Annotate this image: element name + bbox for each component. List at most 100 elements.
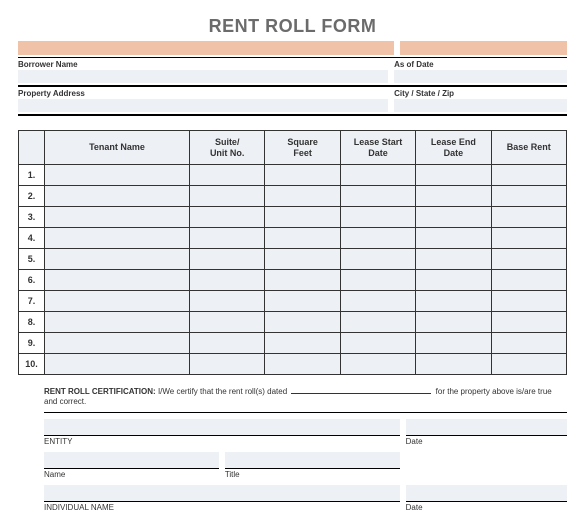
individual-date-field[interactable] — [406, 485, 567, 501]
city-field[interactable] — [394, 99, 567, 112]
table-cell[interactable] — [265, 354, 340, 375]
table-cell[interactable] — [340, 291, 415, 312]
table-row: 4. — [19, 228, 567, 249]
table-cell[interactable] — [416, 249, 491, 270]
table-cell[interactable] — [45, 333, 190, 354]
table-cell[interactable] — [190, 249, 265, 270]
table-cell[interactable] — [45, 186, 190, 207]
table-cell[interactable] — [491, 354, 566, 375]
form-title: RENT ROLL FORM — [18, 16, 567, 37]
table-cell[interactable] — [190, 207, 265, 228]
table-cell[interactable] — [45, 291, 190, 312]
col-rent: Base Rent — [491, 131, 566, 165]
header-bar-split — [394, 41, 400, 55]
borrower-field[interactable] — [18, 70, 388, 83]
table-cell[interactable] — [340, 249, 415, 270]
table-cell[interactable] — [190, 312, 265, 333]
cert-date-blank[interactable] — [291, 385, 431, 394]
table-cell[interactable] — [416, 354, 491, 375]
property-label: Property Address — [18, 89, 388, 98]
table-cell[interactable] — [265, 270, 340, 291]
table-cell[interactable] — [491, 228, 566, 249]
entity-field[interactable] — [44, 419, 400, 435]
row-number: 6. — [19, 270, 45, 291]
signature-row-name: Name Title — [44, 452, 567, 479]
table-cell[interactable] — [416, 165, 491, 186]
certification-block: RENT ROLL CERTIFICATION: I/We certify th… — [44, 385, 567, 512]
table-cell[interactable] — [190, 270, 265, 291]
table-cell[interactable] — [416, 228, 491, 249]
table-cell[interactable] — [340, 333, 415, 354]
table-cell[interactable] — [45, 165, 190, 186]
city-label: City / State / Zip — [394, 89, 567, 98]
table-cell[interactable] — [265, 165, 340, 186]
cert-label: RENT ROLL CERTIFICATION: — [44, 387, 156, 396]
entity-date-label: Date — [406, 435, 567, 446]
table-cell[interactable] — [265, 249, 340, 270]
row-number: 10. — [19, 354, 45, 375]
entity-label: ENTITY — [44, 437, 72, 446]
name-field[interactable] — [44, 452, 219, 468]
table-cell[interactable] — [265, 333, 340, 354]
table-cell[interactable] — [340, 270, 415, 291]
table-cell[interactable] — [340, 312, 415, 333]
table-cell[interactable] — [265, 291, 340, 312]
table-cell[interactable] — [491, 291, 566, 312]
table-cell[interactable] — [416, 186, 491, 207]
signature-row-individual: INDIVIDUAL NAME Date — [44, 485, 567, 512]
col-number — [19, 131, 45, 165]
tenant-table: Tenant Name Suite/ Unit No. Square Feet … — [18, 130, 567, 375]
table-cell[interactable] — [416, 312, 491, 333]
cert-divider — [44, 412, 567, 413]
table-cell[interactable] — [45, 228, 190, 249]
table-cell[interactable] — [491, 270, 566, 291]
table-cell[interactable] — [340, 207, 415, 228]
table-cell[interactable] — [190, 291, 265, 312]
as-of-field[interactable] — [394, 70, 567, 83]
table-cell[interactable] — [265, 186, 340, 207]
title-field[interactable] — [225, 452, 400, 468]
table-cell[interactable] — [190, 228, 265, 249]
table-row: 9. — [19, 333, 567, 354]
table-cell[interactable] — [190, 186, 265, 207]
individual-date-label: Date — [406, 501, 567, 512]
table-cell[interactable] — [340, 354, 415, 375]
table-cell[interactable] — [340, 165, 415, 186]
table-cell[interactable] — [491, 249, 566, 270]
table-cell[interactable] — [416, 333, 491, 354]
table-cell[interactable] — [45, 354, 190, 375]
table-cell[interactable] — [45, 207, 190, 228]
table-cell[interactable] — [340, 228, 415, 249]
table-cell[interactable] — [265, 207, 340, 228]
table-cell[interactable] — [45, 312, 190, 333]
header-bar — [18, 41, 567, 55]
entity-date-field[interactable] — [406, 419, 567, 435]
meta-row-1: Borrower Name As of Date — [18, 60, 567, 83]
table-cell[interactable] — [416, 207, 491, 228]
row-number: 2. — [19, 186, 45, 207]
table-cell[interactable] — [190, 333, 265, 354]
signature-row-entity: ENTITY Date — [44, 419, 567, 446]
table-cell[interactable] — [491, 186, 566, 207]
table-row: 7. — [19, 291, 567, 312]
table-cell[interactable] — [45, 249, 190, 270]
table-cell[interactable] — [340, 186, 415, 207]
table-cell[interactable] — [190, 165, 265, 186]
property-field[interactable] — [18, 99, 388, 112]
individual-field[interactable] — [44, 485, 400, 501]
col-end: Lease End Date — [416, 131, 491, 165]
table-cell[interactable] — [491, 312, 566, 333]
table-cell[interactable] — [265, 312, 340, 333]
row-number: 4. — [19, 228, 45, 249]
individual-label: INDIVIDUAL NAME — [44, 503, 114, 512]
table-cell[interactable] — [416, 291, 491, 312]
table-cell[interactable] — [190, 354, 265, 375]
table-cell[interactable] — [45, 270, 190, 291]
cert-text-a: I/We certify that the rent roll(s) dated — [158, 387, 287, 396]
table-row: 1. — [19, 165, 567, 186]
table-cell[interactable] — [265, 228, 340, 249]
table-cell[interactable] — [491, 333, 566, 354]
table-cell[interactable] — [491, 207, 566, 228]
table-cell[interactable] — [416, 270, 491, 291]
table-cell[interactable] — [491, 165, 566, 186]
